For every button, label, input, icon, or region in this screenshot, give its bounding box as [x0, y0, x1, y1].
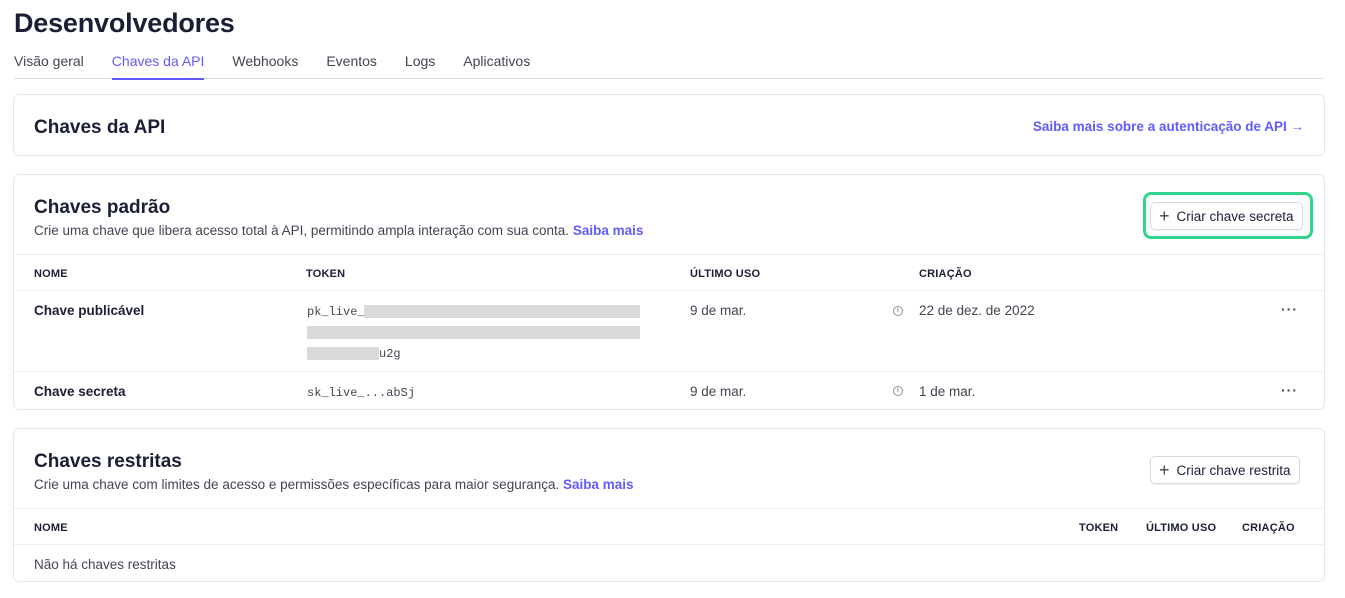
key-name-secret: Chave secreta: [34, 384, 126, 399]
token-redaction: [307, 326, 640, 339]
tab-webhooks[interactable]: Webhooks: [232, 52, 298, 79]
created-secret: 1 de mar.: [919, 384, 976, 399]
info-icon[interactable]: i: [893, 306, 903, 316]
token-redaction: [364, 305, 640, 318]
auth-docs-link[interactable]: Saiba mais sobre a autenticação de API →: [1033, 119, 1304, 134]
standard-keys-card: Chaves padrão Crie uma chave que libera …: [13, 174, 1325, 410]
divider: [14, 371, 1324, 372]
divider: [14, 544, 1324, 545]
plus-icon: +: [1159, 460, 1170, 480]
column-header-name: NOME: [34, 522, 68, 534]
tab-events[interactable]: Eventos: [326, 52, 377, 79]
tab-apps[interactable]: Aplicativos: [463, 52, 530, 79]
tab-overview[interactable]: Visão geral: [14, 52, 84, 79]
secret-token[interactable]: sk_live_...abSj: [307, 386, 415, 400]
divider: [14, 508, 1324, 509]
created-publishable: 22 de dez. de 2022: [919, 303, 1035, 318]
column-header-last-used: ÚLTIMO USO: [690, 268, 761, 280]
row-actions-menu-icon[interactable]: ···: [1281, 382, 1298, 398]
create-secret-key-label: Criar chave secreta: [1176, 208, 1294, 224]
row-actions-menu-icon[interactable]: ···: [1281, 301, 1298, 317]
empty-state-text: Não há chaves restritas: [34, 557, 176, 572]
publishable-token-prefix[interactable]: pk_live_: [307, 305, 365, 319]
column-header-token: TOKEN: [306, 268, 346, 280]
create-secret-key-button[interactable]: + Criar chave secreta: [1150, 202, 1303, 230]
create-restricted-key-button[interactable]: + Criar chave restrita: [1150, 456, 1300, 484]
tab-bar: Visão geral Chaves da API Webhooks Event…: [14, 52, 1324, 80]
column-header-last-used: ÚLTIMO USO: [1146, 522, 1217, 534]
page-title: Desenvolvedores: [14, 8, 235, 38]
restricted-keys-description-text: Crie uma chave com limites de acesso e p…: [34, 477, 560, 492]
standard-learn-more-link[interactable]: Saiba mais: [573, 223, 644, 238]
restricted-keys-card: Chaves restritas Crie uma chave com limi…: [13, 428, 1325, 582]
column-header-name: NOME: [34, 268, 68, 280]
standard-keys-title: Chaves padrão: [34, 197, 171, 218]
restricted-keys-description: Crie uma chave com limites de acesso e p…: [34, 477, 634, 492]
column-header-created: CRIAÇÃO: [1242, 522, 1295, 534]
api-keys-title: Chaves da API: [34, 117, 166, 138]
publishable-token-suffix[interactable]: u2g: [379, 347, 401, 361]
api-keys-card: Chaves da API Saiba mais sobre a autenti…: [13, 94, 1325, 156]
standard-keys-description: Crie uma chave que libera acesso total à…: [34, 223, 643, 238]
column-header-token: TOKEN: [1079, 522, 1119, 534]
info-icon[interactable]: i: [893, 386, 903, 396]
last-used-publishable: 9 de mar.: [690, 303, 747, 318]
token-redaction: [307, 347, 379, 360]
column-header-created: CRIAÇÃO: [919, 268, 972, 280]
tab-api-keys[interactable]: Chaves da API: [111, 52, 204, 80]
divider: [14, 290, 1324, 291]
tab-logs[interactable]: Logs: [405, 52, 435, 79]
plus-icon: +: [1159, 206, 1170, 226]
restricted-keys-title: Chaves restritas: [34, 451, 182, 472]
divider: [14, 254, 1324, 255]
last-used-secret: 9 de mar.: [690, 384, 747, 399]
key-name-publishable: Chave publicável: [34, 303, 145, 318]
restricted-learn-more-link[interactable]: Saiba mais: [563, 477, 634, 492]
create-restricted-key-label: Criar chave restrita: [1176, 462, 1291, 478]
standard-keys-description-text: Crie uma chave que libera acesso total à…: [34, 223, 570, 238]
